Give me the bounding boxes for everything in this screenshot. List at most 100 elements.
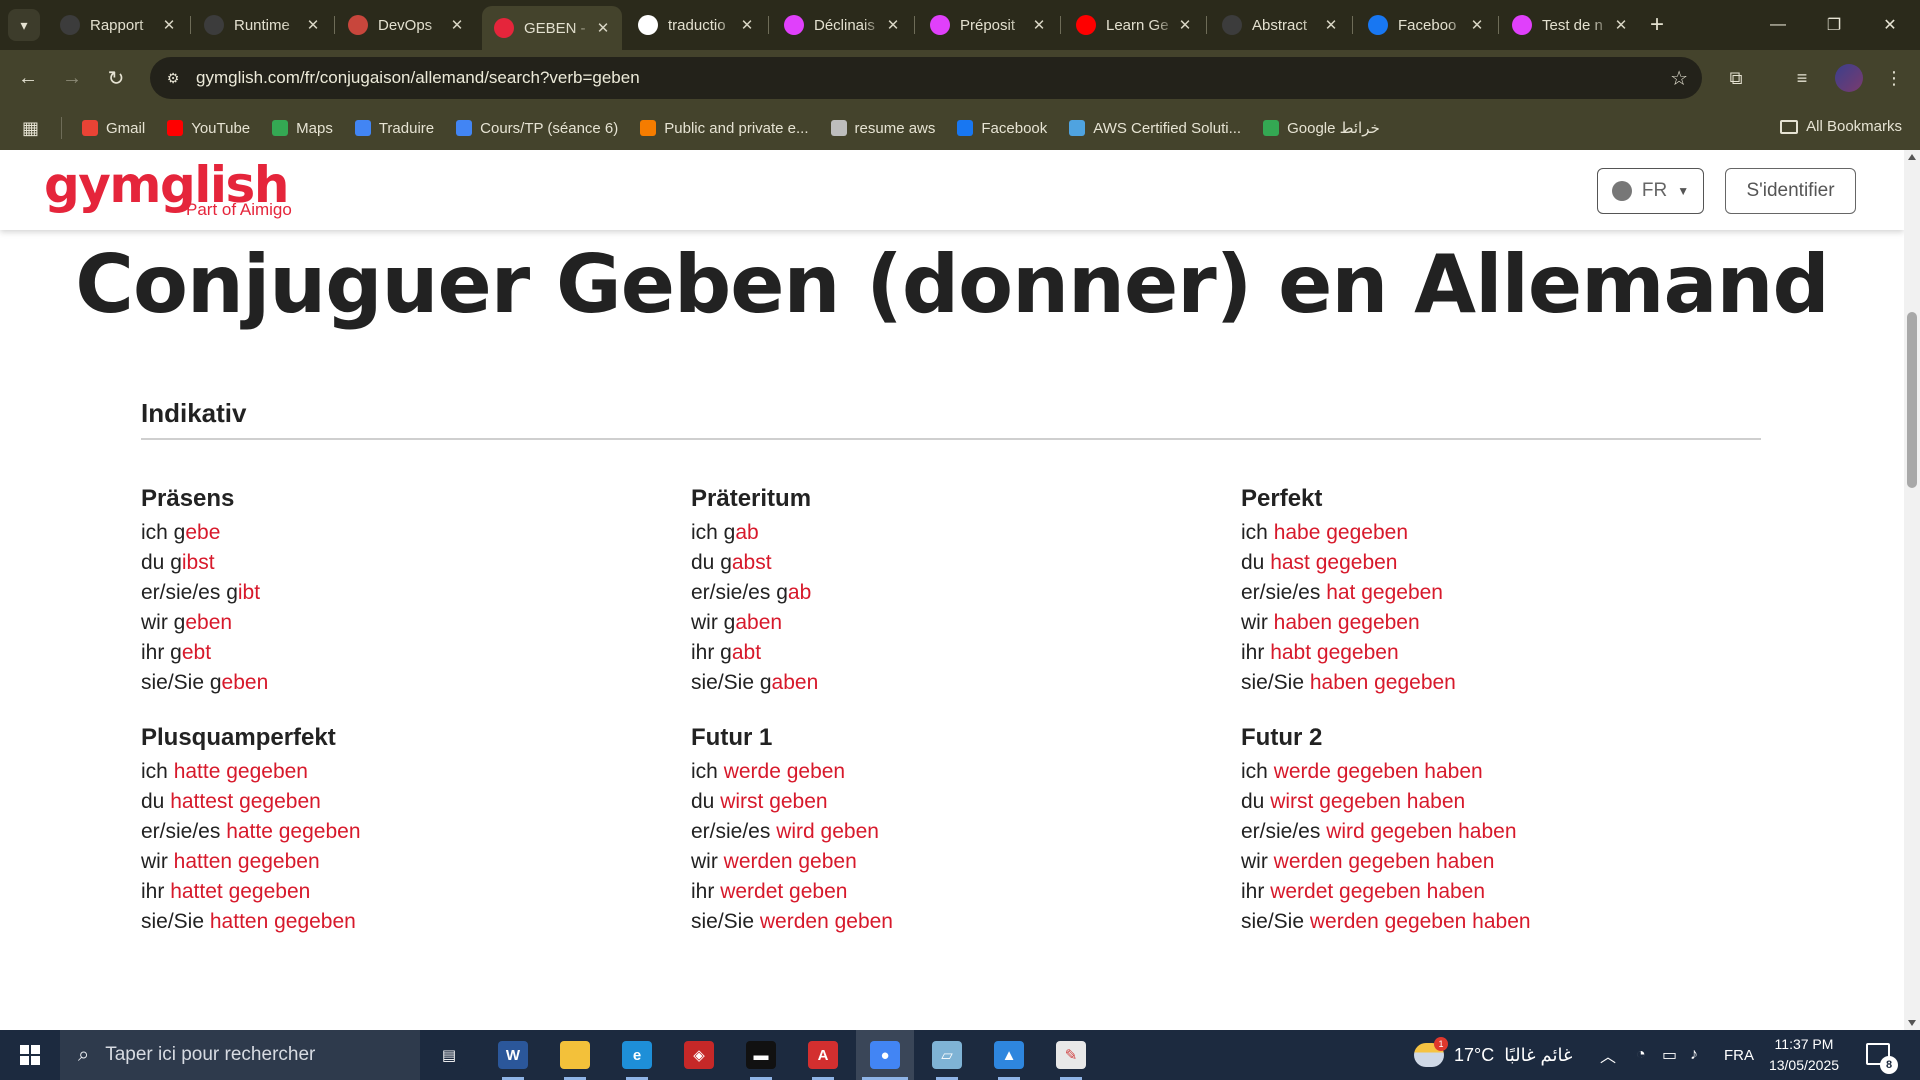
bookmark-item[interactable]: AWS Certified Soluti... [1069,120,1241,137]
conjugation-row: sie/Sie gaben [691,668,1211,698]
bookmark-item[interactable]: Maps [272,120,333,137]
media-controls-icon[interactable]: ≡ [1788,64,1816,92]
bookmark-item[interactable]: Traduire [354,120,434,137]
pronoun-stem: du [141,790,171,813]
tab-7[interactable]: Learn Ge ✕ [1064,7,1204,43]
tab-close-icon[interactable]: ✕ [1322,16,1340,34]
bookmark-item[interactable]: Gmail [82,120,145,137]
close-window-icon[interactable]: ✕ [1862,0,1918,50]
scroll-down-arrow-icon[interactable] [1908,1020,1916,1026]
chatgpt-icon [830,120,847,136]
conjugation-row: du wirst geben [691,787,1211,817]
login-button[interactable]: S'identifier [1725,168,1856,214]
tab-3[interactable]: GEBEN - ✕ [482,6,622,50]
taskbar-search[interactable]: ⌕ Taper ici pour rechercher [60,1030,420,1080]
address-bar[interactable]: ⚙ gymglish.com/fr/conjugaison/allemand/s… [150,57,1702,99]
tab-close-icon[interactable]: ✕ [738,16,756,34]
tab-close-icon[interactable]: ✕ [160,16,178,34]
clock[interactable]: 11:37 PM 13/05/2025 [1762,1034,1846,1076]
bookmark-star-icon[interactable]: ☆ [1670,66,1688,91]
weather-widget[interactable]: 1 17°C غائم غالبًا [1414,1030,1572,1080]
conjugation-row: ihr hattet gegeben [141,877,661,907]
tab-2[interactable]: DevOps ✕ [336,7,476,43]
pronoun-stem: sie/Sie [1241,671,1310,694]
tense-name: Futur 1 [691,724,773,751]
url-text[interactable]: gymglish.com/fr/conjugaison/allemand/sea… [196,68,640,88]
bookmarks-list: Gmail YouTube Maps Traduire Cours/TP (séance… [82,119,1402,137]
all-bookmarks-label: All Bookmarks [1806,118,1902,135]
minimize-icon[interactable]: — [1750,0,1806,50]
input-language[interactable]: FRA [1724,1030,1754,1080]
tab-close-icon[interactable]: ✕ [1468,16,1486,34]
google-icon [638,15,658,35]
tab-5[interactable]: Déclinais ✕ [772,7,912,43]
start-button[interactable] [0,1030,60,1080]
scroll-thumb[interactable] [1907,312,1917,488]
tab-close-icon[interactable]: ✕ [304,16,322,34]
site-info-icon[interactable]: ⚙ [160,65,186,91]
extensions-puzzle-icon[interactable]: ⧉ [1722,64,1750,92]
tab-1[interactable]: Runtime ✕ [192,7,332,43]
clock-date: 13/05/2025 [1768,1057,1840,1073]
forward-arrow-icon[interactable]: → [56,62,88,94]
maps-icon [1263,120,1280,136]
battery-icon[interactable]: ▭ [1662,1030,1677,1080]
language-selector[interactable]: FR ▼ [1597,168,1704,214]
tab-6[interactable]: Préposit ✕ [918,7,1058,43]
tab-close-icon[interactable]: ✕ [1612,16,1630,34]
tab-10[interactable]: Test de n ✕ [1500,7,1640,43]
back-arrow-icon[interactable]: ← [12,62,44,94]
facebook-icon [1368,15,1388,35]
tense-block: Präteritum ich gab du gabst er/sie/es gab wi… [691,480,1211,698]
apps-grid-icon[interactable]: ▦ [22,118,39,139]
tab-close-icon[interactable]: ✕ [448,16,466,34]
tab-close-icon[interactable]: ✕ [1030,16,1048,34]
tab-0[interactable]: Rapport ✕ [48,7,188,43]
taskbar-app-0[interactable]: ▤ [420,1030,478,1080]
taskbar-app-10[interactable]: ✎ [1042,1030,1100,1080]
taskbar-app-1[interactable]: W [484,1030,542,1080]
taskbar-app-8[interactable]: ▱ [918,1030,976,1080]
tab-close-icon[interactable]: ✕ [594,19,612,37]
taskbar-app-5[interactable]: ▬ [732,1030,790,1080]
restore-icon[interactable]: ❐ [1806,0,1862,50]
bookmark-item[interactable]: YouTube [167,120,250,137]
bookmark-item[interactable]: Cours/TP (séance 6) [456,120,618,137]
taskbar-app-2[interactable] [546,1030,604,1080]
tab-4[interactable]: traductio ✕ [626,7,766,43]
tab-title: Abstract [1252,16,1308,34]
conjugation-row: ich gebe [141,518,661,548]
tab-8[interactable]: Abstract ✕ [1210,7,1350,43]
bookmark-label: Gmail [106,119,146,137]
conjugation-row: du gabst [691,548,1211,578]
all-bookmarks-button[interactable]: All Bookmarks [1780,118,1902,135]
bookmark-item[interactable]: Facebook [957,120,1047,137]
tab-9[interactable]: Faceboo ✕ [1356,7,1496,43]
taskbar-app-6[interactable]: A [794,1030,852,1080]
scroll-up-arrow-icon[interactable] [1908,154,1916,160]
taskbar-app-4[interactable]: ◈ [670,1030,728,1080]
profile-avatar[interactable] [1835,64,1863,92]
web-page: gymglish Part of Aimigo FR ▼ S'identifie… [0,150,1904,1030]
tray-chevron-up-icon[interactable]: ︿ [1600,1030,1616,1080]
tab-search-chevron-icon[interactable]: ▾ [8,9,40,41]
bookmark-item[interactable]: Public and private e... [640,120,809,137]
bookmark-item[interactable]: resume aws [830,120,935,137]
volume-icon[interactable]: ♪ [1690,1030,1698,1080]
pronoun-stem: er/sie/es [1241,581,1327,604]
taskbar-app-9[interactable]: ▲ [980,1030,1038,1080]
reload-icon[interactable]: ↻ [100,62,132,94]
page-scrollbar[interactable] [1904,150,1920,1030]
gymglish-g-icon [494,18,514,38]
new-tab-plus-icon[interactable]: + [1650,11,1664,39]
taskbar-app-7[interactable]: ● [856,1030,914,1080]
bookmark-item[interactable]: Google خرائط [1263,119,1380,137]
conjugation-row: du gibst [141,548,661,578]
verb-form: eben [185,611,233,634]
tab-close-icon[interactable]: ✕ [1176,16,1194,34]
pronoun-stem: du [691,790,721,813]
tab-close-icon[interactable]: ✕ [884,16,902,34]
taskbar-app-3[interactable]: e [608,1030,666,1080]
network-icon[interactable]: ◔ [1636,1030,1646,1080]
menu-kebab-icon[interactable]: ⋮ [1880,64,1908,92]
